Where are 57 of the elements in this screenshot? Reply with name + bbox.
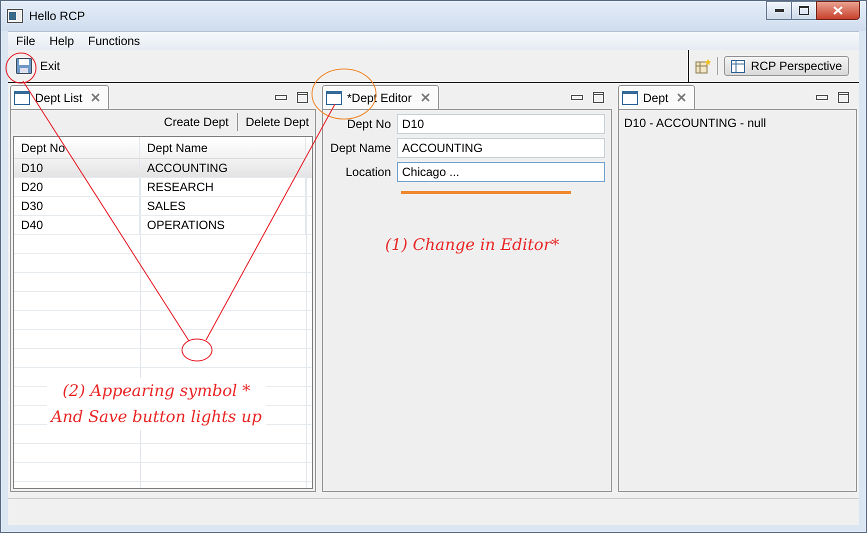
maximize-icon[interactable] xyxy=(593,92,604,102)
text-field[interactable]: Chicago ... xyxy=(397,162,605,182)
close-icon[interactable] xyxy=(91,93,100,102)
annotation-ellipse xyxy=(182,338,212,362)
view-icon xyxy=(326,90,342,104)
annotation-text: (1) Change in Editor* xyxy=(385,235,560,254)
close-icon xyxy=(833,6,843,15)
window-title: Hello RCP xyxy=(29,9,86,23)
exit-button[interactable]: Exit xyxy=(40,59,60,73)
table-cell: RESEARCH xyxy=(140,178,306,197)
annotation-ellipse xyxy=(312,68,376,120)
menu-item[interactable]: Help xyxy=(49,34,74,48)
view-icon xyxy=(14,90,30,104)
table-row[interactable]: D40 OPERATIONS xyxy=(14,216,312,235)
annotation-text: And Save button lights up xyxy=(51,406,262,428)
minimize-icon[interactable] xyxy=(275,94,287,100)
table-cell: D10 xyxy=(14,159,140,178)
maximize-icon[interactable] xyxy=(838,92,849,102)
field-label: Location xyxy=(344,165,391,179)
view-tab[interactable]: Dept List xyxy=(10,85,110,109)
window-icon xyxy=(7,9,23,23)
close-button[interactable] xyxy=(816,1,860,20)
close-icon[interactable] xyxy=(420,93,430,102)
table-cell: D20 xyxy=(14,178,140,197)
save-icon[interactable] xyxy=(16,58,32,74)
table-cell: D30 xyxy=(14,197,140,216)
field-label: Dept No xyxy=(346,117,391,131)
minimize-icon xyxy=(774,9,784,12)
annotation-circle xyxy=(6,52,36,84)
text-field[interactable]: ACCOUNTING xyxy=(397,138,605,158)
table-row[interactable]: D20 RESEARCH xyxy=(14,178,312,197)
table-cell: ACCOUNTING xyxy=(140,159,306,178)
field-label: Dept Name xyxy=(329,141,391,155)
minimize-icon[interactable] xyxy=(571,94,583,100)
table-cell: OPERATIONS xyxy=(140,216,306,235)
dept-summary-text: D10 - ACCOUNTING - null xyxy=(624,116,766,130)
text-field[interactable]: D10 xyxy=(397,114,605,134)
annotation-text: (2) Appearing symbol * xyxy=(62,380,250,402)
table-cell: SALES xyxy=(140,197,306,216)
view-tab[interactable]: Dept xyxy=(618,85,696,109)
menu-item[interactable]: Functions xyxy=(88,34,140,48)
table-row[interactable]: D30 SALES xyxy=(14,197,312,216)
minimize-icon[interactable] xyxy=(816,94,828,100)
table-row[interactable]: D10 ACCOUNTING xyxy=(14,159,312,178)
maximize-icon xyxy=(799,6,809,15)
create-dept-button[interactable]: Create Dept xyxy=(164,115,229,129)
table-cell: D40 xyxy=(14,216,140,235)
close-icon[interactable] xyxy=(677,93,686,102)
delete-dept-button[interactable]: Delete Dept xyxy=(246,115,309,129)
table-icon xyxy=(730,60,745,72)
maximize-button[interactable] xyxy=(791,1,817,20)
open-perspective-icon[interactable] xyxy=(694,58,711,74)
minimize-button[interactable] xyxy=(766,1,792,20)
maximize-icon[interactable] xyxy=(297,92,308,102)
perspective-button[interactable]: RCP Perspective xyxy=(724,56,849,76)
menu-item[interactable]: File xyxy=(16,34,36,48)
view-icon xyxy=(622,90,638,104)
